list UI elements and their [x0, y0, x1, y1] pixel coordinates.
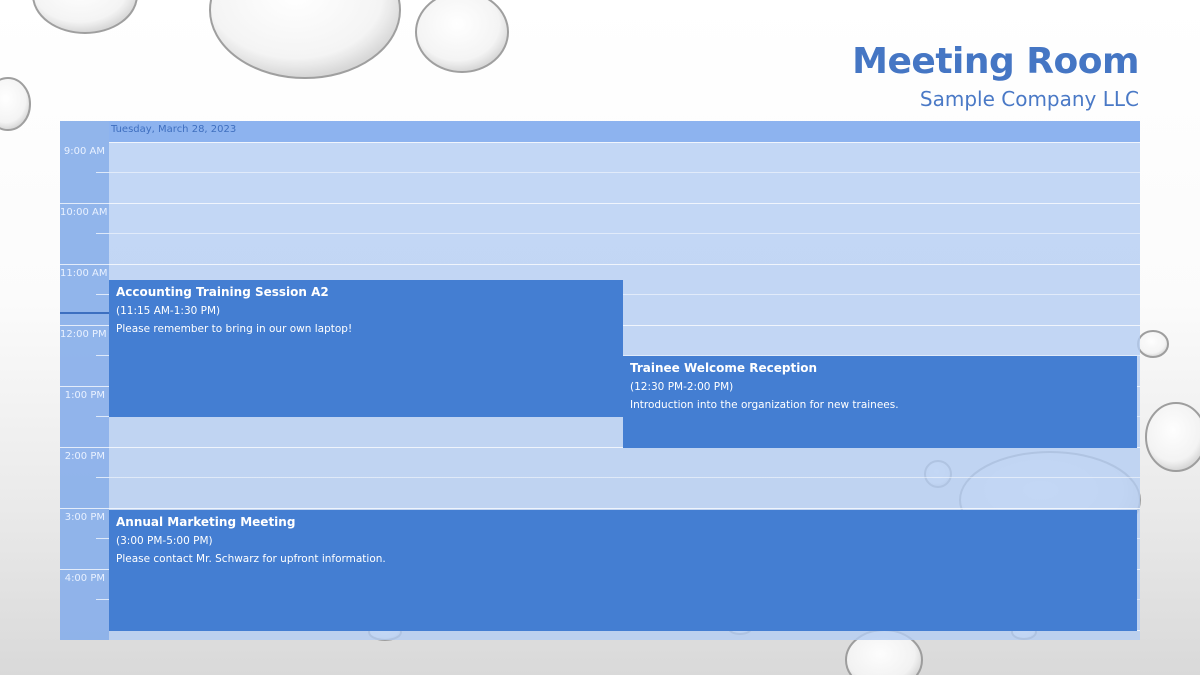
appointment-title: Accounting Training Session A2 — [116, 285, 329, 299]
day-scheduler: 9:00 AM 10:00 AM 11:00 AM 12:00 PM 1:00 … — [60, 121, 1140, 640]
grid-line — [109, 477, 1140, 478]
half-hour-tick — [96, 416, 109, 417]
appointment-time: (12:30 PM-2:00 PM) — [630, 381, 734, 393]
time-label-9am: 9:00 AM — [63, 146, 105, 157]
appointment-trainee-welcome[interactable]: Trainee Welcome Reception (12:30 PM-2:00… — [623, 356, 1137, 448]
date-label: Tuesday, March 28, 2023 — [111, 124, 237, 135]
time-label-1pm: 1:00 PM — [64, 390, 105, 401]
half-hour-tick — [96, 477, 109, 478]
appointment-description: Please contact Mr. Schwarz for upfront i… — [116, 553, 386, 565]
appointment-title: Trainee Welcome Reception — [630, 361, 818, 375]
appointment-description: Introduction into the organization for n… — [630, 399, 899, 411]
half-hour-tick — [96, 294, 109, 295]
grid-line — [60, 508, 1140, 509]
half-hour-tick — [96, 355, 109, 356]
time-label-2pm: 2:00 PM — [64, 451, 105, 462]
grid-line — [60, 264, 1140, 265]
time-label-10am: 10:00 AM — [60, 207, 108, 218]
time-label-3pm: 3:00 PM — [64, 512, 105, 523]
appointment-accounting-training[interactable]: Accounting Training Session A2 (11:15 AM… — [109, 280, 623, 417]
appointment-description: Please remember to bring in our own lapt… — [116, 323, 353, 335]
grid-line — [60, 203, 1140, 204]
appointment-annual-marketing[interactable]: Annual Marketing Meeting (3:00 PM-5:00 P… — [109, 510, 1137, 631]
half-hour-tick — [96, 172, 109, 173]
half-hour-tick — [96, 599, 109, 600]
time-label-12pm: 12:00 PM — [60, 329, 107, 340]
company-name: Sample Company LLC — [919, 87, 1139, 111]
page-header: Meeting Room Sample Company LLC — [852, 40, 1139, 112]
half-hour-tick — [96, 538, 109, 539]
time-ruler: 9:00 AM 10:00 AM 11:00 AM 12:00 PM 1:00 … — [60, 121, 109, 640]
appointment-title: Annual Marketing Meeting — [116, 515, 296, 529]
appointment-time: (11:15 AM-1:30 PM) — [116, 305, 221, 317]
appointment-time: (3:00 PM-5:00 PM) — [116, 535, 213, 547]
time-label-4pm: 4:00 PM — [64, 573, 105, 584]
time-label-11am: 11:00 AM — [60, 268, 108, 279]
page-title: Meeting Room — [852, 41, 1139, 82]
half-hour-tick — [96, 233, 109, 234]
grid-line — [109, 233, 1140, 234]
grid-line — [109, 172, 1140, 173]
grid-line — [109, 142, 1140, 143]
current-time-indicator — [60, 312, 109, 314]
day-header[interactable]: Tuesday, March 28, 2023 — [109, 121, 1140, 142]
